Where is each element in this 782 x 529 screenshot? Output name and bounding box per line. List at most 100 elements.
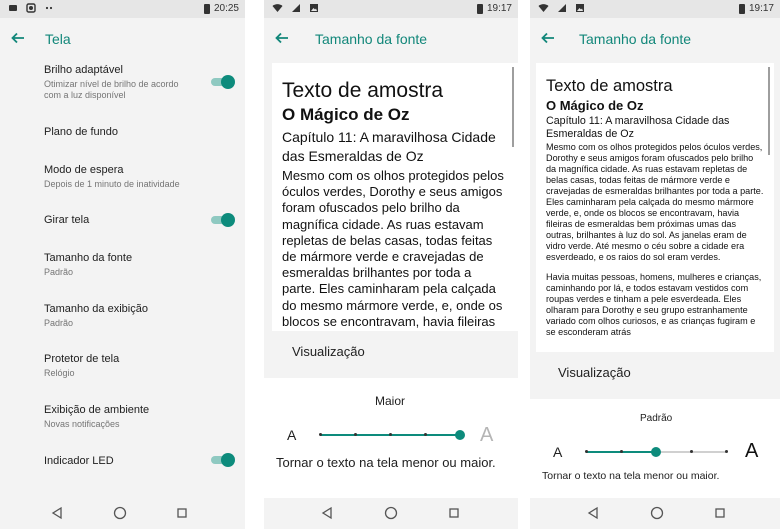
setting-sleep[interactable]: Modo de espera Depois de 1 minuto de ina… [44,164,235,190]
preview-scrollbar[interactable] [512,67,514,147]
nav-back-icon[interactable] [586,506,600,520]
app-bar: Tamanho da fonte [264,18,518,60]
status-time: 19:17 [486,3,512,14]
setting-subtitle: Otimizar nível de brilho de acordo com a… [44,79,179,100]
nav-back-icon[interactable] [320,506,334,520]
status-bar: 19:17 [264,0,518,18]
setting-subtitle: Relógio [44,368,75,378]
larger-font-button[interactable]: A [745,440,758,463]
slider-tick [724,450,728,453]
font-size-level-label: Padrão [640,413,673,424]
battery-icon [476,3,483,14]
nav-back-icon[interactable] [50,506,64,520]
setting-wallpaper[interactable]: Plano de fundo [44,126,235,138]
slider-thumb[interactable] [455,430,465,440]
nav-recents-icon[interactable] [175,506,189,520]
status-bar: 19:17 [530,0,780,18]
back-arrow-icon[interactable] [10,30,26,46]
setting-led-indicator[interactable]: Indicador LED [44,455,235,467]
wifi-icon [272,3,283,16]
font-size-controls: Maior A A Tornar o texto na tela menor o… [264,378,518,498]
status-time: 20:25 [213,3,239,14]
slider-tick [318,433,322,436]
page-title: Tamanho da fonte [315,31,428,47]
setting-adaptive-brightness[interactable]: Brilho adaptável Otimizar nível de brilh… [44,64,235,101]
font-size-description: Tornar o texto na tela menor ou maior. [542,470,720,482]
font-size-description: Tornar o texto na tela menor ou maior. [276,455,496,470]
nav-home-icon[interactable] [384,506,398,520]
sample-text-preview[interactable]: Texto de amostra O Mágico de Oz Capítulo… [536,63,774,352]
preview-label: Visualização [292,344,365,359]
setting-ambient-display[interactable]: Exibição de ambiente Novas notificações [44,404,235,430]
setting-title: Modo de espera [44,164,124,176]
font-size-slider[interactable] [584,447,728,457]
navigation-bar [264,498,518,529]
signal-icon [557,3,567,16]
page-title: Tamanho da fonte [579,31,692,47]
status-time: 19:17 [748,3,774,14]
setting-title: Girar tela [44,214,90,226]
more-notifications-icon [44,3,54,16]
phone-font-size-default: 19:17 Tamanho da fonte Texto de amostra … [530,0,780,529]
sample-book-title: O Mágico de Oz [282,105,410,124]
setting-title: Exibição de ambiente [44,404,150,416]
setting-title: Plano de fundo [44,126,119,138]
battery-icon [738,3,745,14]
led-indicator-toggle[interactable] [211,453,235,467]
larger-font-button[interactable]: A [480,424,493,447]
page-title: Tela [45,31,71,47]
setting-subtitle: Novas notificações [44,419,120,429]
setting-title: Tamanho da fonte [44,252,133,264]
back-arrow-icon[interactable] [274,30,290,46]
setting-auto-rotate[interactable]: Girar tela [44,214,235,226]
notification-icon [8,3,18,16]
setting-subtitle: Depois de 1 minuto de inatividade [44,179,180,189]
sample-text-preview[interactable]: Texto de amostra O Mágico de Oz Capítulo… [272,63,518,331]
font-size-level-label: Maior [375,394,406,408]
navigation-bar [0,498,245,529]
setting-title: Indicador LED [44,455,114,467]
app-bar: Tamanho da fonte [530,18,780,60]
status-bar: 20:25 [0,0,245,18]
nav-home-icon[interactable] [650,506,664,520]
slider-tick [353,433,357,436]
slider-tick [619,450,623,453]
auto-rotate-toggle[interactable] [211,213,235,227]
phone-display-settings: 20:25 Tela Brilho adaptável Otimizar nív… [0,0,245,529]
sample-heading: Texto de amostra [546,77,673,95]
setting-title: Tamanho da exibição [44,303,148,315]
preview-label: Visualização [558,365,631,380]
image-icon [575,3,585,16]
sample-book-title: O Mágico de Oz [546,98,644,113]
setting-display-size[interactable]: Tamanho da exibição Padrão [44,303,235,329]
sample-chapter: Capítulo 11: A maravilhosa Cidade das Es… [546,115,730,140]
battery-icon [203,3,210,14]
sample-paragraph: Mesmo com os olhos protegidos pelos ócul… [282,168,504,331]
screenshot-icon [26,3,36,16]
nav-recents-icon[interactable] [447,506,461,520]
smaller-font-button[interactable]: A [287,427,296,443]
sample-paragraph: Havia muitas pessoas, homens, mulheres e… [546,272,762,338]
sample-chapter: Capítulo 11: A maravilhosa Cidade das Es… [282,129,496,164]
setting-screensaver[interactable]: Protetor de tela Relógio [44,353,235,379]
setting-subtitle: Padrão [44,267,74,277]
setting-subtitle: Padrão [44,318,74,328]
nav-recents-icon[interactable] [713,506,727,520]
phone-font-size-large: 19:17 Tamanho da fonte Texto de amostra … [264,0,518,529]
nav-home-icon[interactable] [113,506,127,520]
slider-tick [388,433,392,436]
slider-tick [689,450,693,453]
wifi-icon [538,3,549,16]
setting-font-size[interactable]: Tamanho da fonte Padrão [44,252,235,278]
setting-title: Brilho adaptável [44,64,123,76]
setting-title: Protetor de tela [44,353,120,365]
smaller-font-button[interactable]: A [553,444,562,460]
font-size-slider[interactable] [318,430,465,440]
slider-tick [423,433,427,436]
back-arrow-icon[interactable] [540,30,556,46]
sample-paragraph: Mesmo com os olhos protegidos pelos ócul… [546,142,764,262]
signal-icon [291,3,301,16]
adaptive-brightness-toggle[interactable] [211,75,235,89]
preview-scrollbar[interactable] [768,67,770,155]
slider-thumb[interactable] [651,447,661,457]
